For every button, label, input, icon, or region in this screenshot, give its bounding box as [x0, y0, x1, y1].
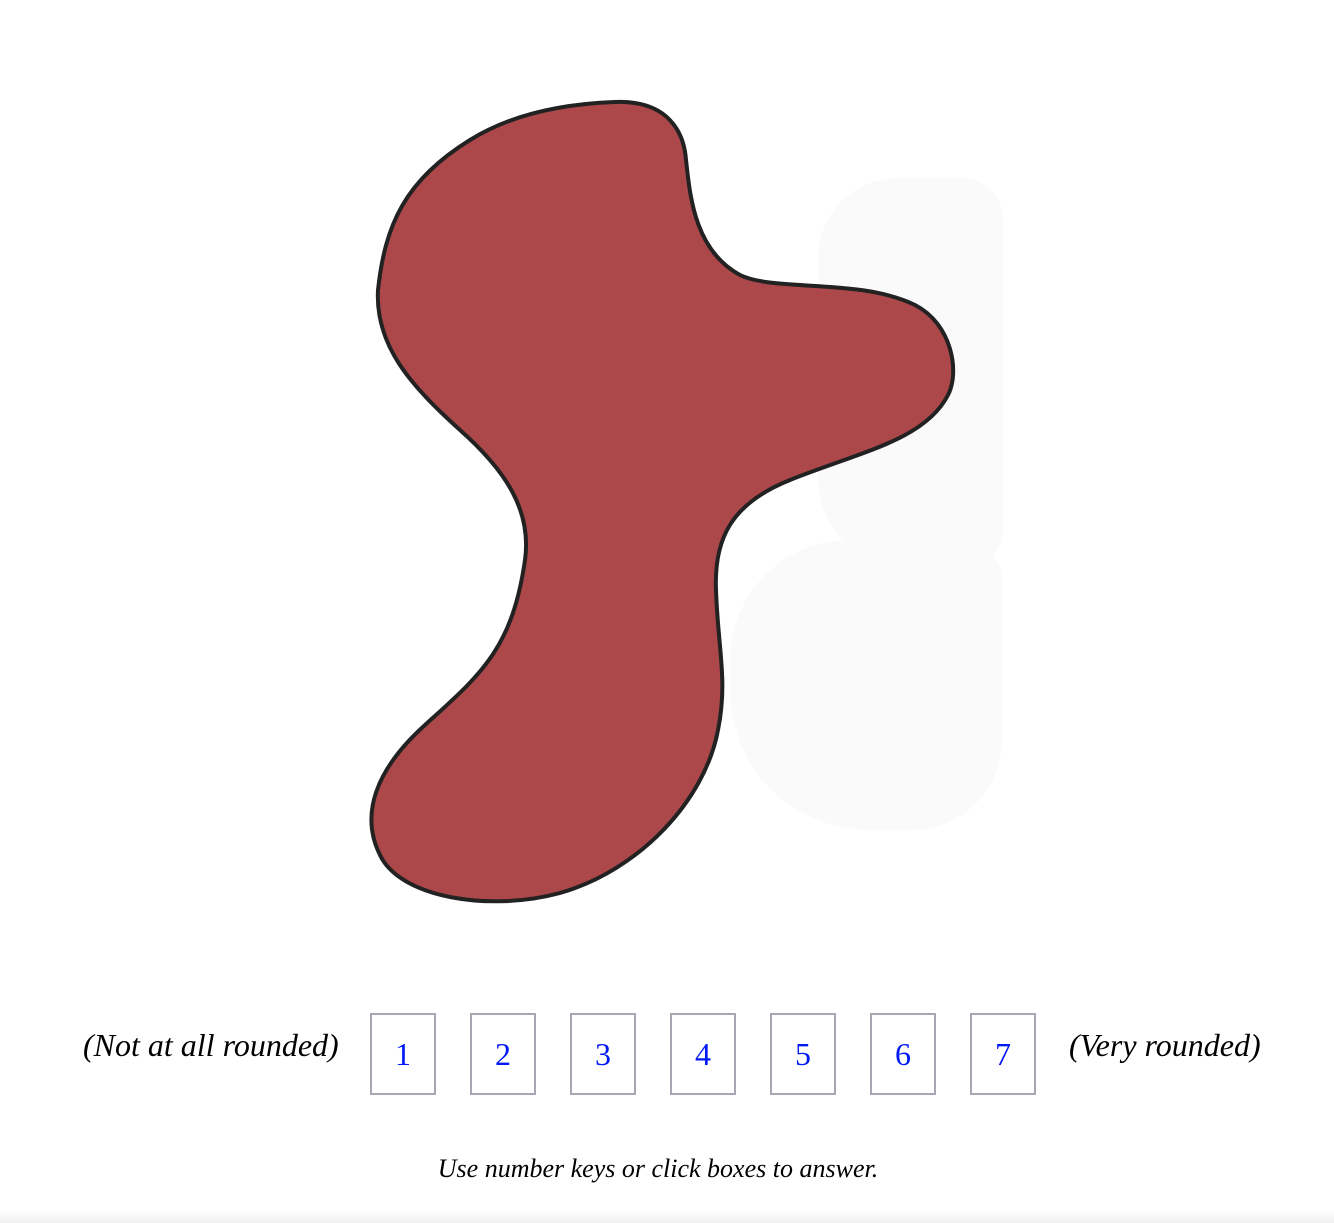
rating-box-4[interactable]: 4 — [670, 1013, 736, 1095]
rating-box-6[interactable]: 6 — [870, 1013, 936, 1095]
rating-box-5[interactable]: 5 — [770, 1013, 836, 1095]
instructions-text: Use number keys or click boxes to answer… — [437, 1154, 879, 1183]
rating-box-7[interactable]: 7 — [970, 1013, 1036, 1095]
red-blob-shape — [369, 99, 956, 904]
rating-scale: (Not at all rounded) 1 2 3 4 5 6 7 (Very… — [0, 1013, 1334, 1099]
stimulus-area — [0, 0, 1334, 960]
left-anchor-label: (Not at all rounded) — [83, 1027, 339, 1063]
rating-box-2[interactable]: 2 — [470, 1013, 536, 1095]
rating-box-3[interactable]: 3 — [570, 1013, 636, 1095]
rating-page: (Not at all rounded) 1 2 3 4 5 6 7 (Very… — [0, 0, 1334, 1223]
right-anchor-label: (Very rounded) — [1069, 1027, 1261, 1063]
blob-shape-svg — [369, 99, 956, 904]
window-bottom-edge — [0, 1210, 1334, 1223]
rating-box-1[interactable]: 1 — [370, 1013, 436, 1095]
